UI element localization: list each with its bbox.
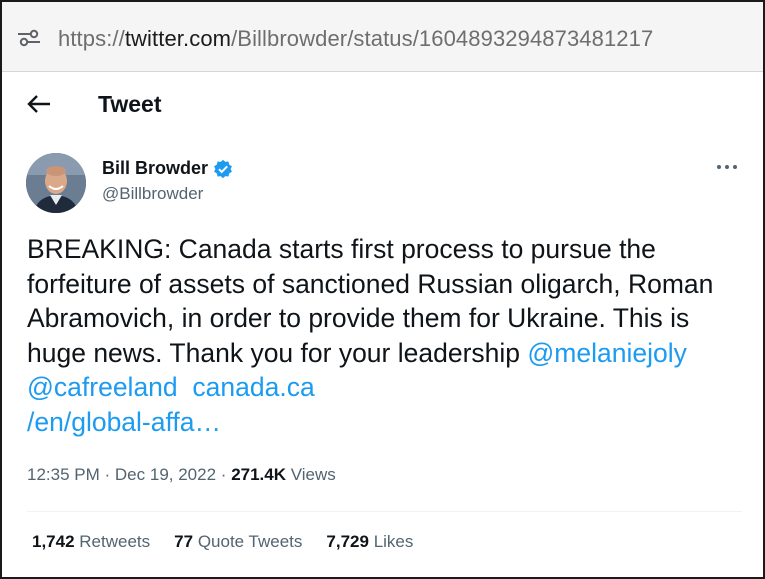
more-options-icon[interactable] [714, 154, 740, 180]
mention-link[interactable]: @melaniejoly [527, 338, 686, 368]
tweet-metadata: 12:35 PM · Dec 19, 2022 · 271.4K Views [27, 465, 336, 485]
author-name-text: Bill Browder [102, 158, 209, 178]
quotes-count: 77 [174, 532, 194, 551]
back-arrow-icon[interactable] [24, 92, 54, 116]
engagement-stats: 1,742 Retweets 77 Quote Tweets 7,729 Lik… [32, 532, 413, 552]
url-text[interactable]: https://twitter.com/Billbrowder/status/1… [58, 26, 653, 52]
views-count: 271.4K [231, 465, 287, 484]
likes-label: Likes [373, 532, 414, 551]
quote-tweets-stat[interactable]: 77 Quote Tweets [174, 532, 302, 552]
site-settings-icon[interactable] [16, 28, 42, 48]
views-label: Views [290, 465, 336, 484]
divider [27, 511, 742, 512]
url-path: /Billbrowder/status/1604893294873481217 [231, 26, 654, 51]
separator: · [104, 465, 111, 484]
page-title: Tweet [98, 91, 162, 117]
tweet-date[interactable]: Dec 19, 2022 [115, 465, 216, 484]
author-name[interactable]: Bill Browder [102, 158, 233, 179]
page-header: Tweet [2, 72, 763, 136]
verified-badge-icon [214, 159, 232, 178]
retweets-label: Retweets [79, 532, 151, 551]
avatar-image [26, 153, 86, 213]
mention-link[interactable]: @cafreeland [27, 372, 178, 402]
tweet-time[interactable]: 12:35 PM [27, 465, 100, 484]
tweet-text: BREAKING: Canada starts first process to… [27, 232, 747, 440]
quotes-label: Quote Tweets [197, 532, 303, 551]
browser-window: https://twitter.com/Billbrowder/status/1… [0, 0, 765, 579]
url-scheme: https:// [58, 26, 125, 51]
retweets-count: 1,742 [32, 532, 75, 551]
retweets-stat[interactable]: 1,742 Retweets [32, 532, 150, 552]
author-avatar[interactable] [26, 153, 86, 213]
separator: · [220, 465, 227, 484]
external-link-continuation[interactable]: /en/global-affa… [27, 407, 221, 437]
address-bar[interactable]: https://twitter.com/Billbrowder/status/1… [2, 2, 763, 72]
likes-stat[interactable]: 7,729 Likes [326, 532, 413, 552]
author-handle[interactable]: @Billbrowder [102, 184, 203, 204]
url-host: twitter.com [124, 26, 232, 51]
likes-count: 7,729 [326, 532, 369, 551]
external-link[interactable]: canada.ca [192, 372, 314, 402]
